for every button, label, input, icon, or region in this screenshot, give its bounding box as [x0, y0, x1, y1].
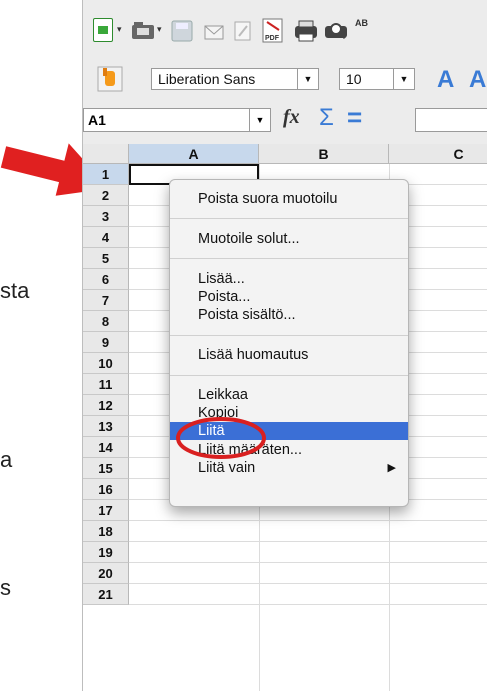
gridline	[129, 604, 487, 605]
name-box-input[interactable]: A1 ▼	[83, 108, 271, 132]
font-color-a-icon[interactable]: A	[435, 66, 461, 90]
print-icon[interactable]	[293, 20, 319, 42]
menu-separator	[170, 218, 408, 219]
font-shrink-a-icon[interactable]: A	[467, 66, 487, 90]
row-header-15[interactable]: 15	[83, 458, 129, 479]
chevron-down-icon[interactable]: ▼	[297, 69, 318, 89]
formula-input[interactable]	[415, 108, 487, 132]
gridline	[129, 583, 487, 584]
svg-text:PDF: PDF	[265, 35, 280, 42]
font-name-input[interactable]: Liberation Sans ▼	[151, 68, 319, 90]
row-header-9[interactable]: 9	[83, 332, 129, 353]
open-folder-icon[interactable]	[131, 20, 155, 40]
standard-toolbar: ▾ ▾ PDF AB	[83, 0, 487, 59]
row-header-4[interactable]: 4	[83, 227, 129, 248]
row-header-12[interactable]: 12	[83, 395, 129, 416]
row-header-14[interactable]: 14	[83, 437, 129, 458]
menu-item-paste-only-label: Liitä vain	[198, 460, 256, 476]
sum-icon[interactable]: Σ	[319, 104, 334, 132]
export-pdf-icon[interactable]: PDF	[261, 18, 285, 44]
row-header-20[interactable]: 20	[83, 563, 129, 584]
column-header-a[interactable]: A	[129, 144, 259, 164]
menu-item-clear-direct-formatting[interactable]: Poista suora muotoilu	[170, 190, 408, 208]
column-header-c[interactable]: C	[389, 144, 487, 164]
chevron-down-icon[interactable]: ▾	[117, 24, 122, 35]
row-header-10[interactable]: 10	[83, 353, 129, 374]
font-name-value: Liberation Sans	[158, 71, 256, 87]
menu-item-delete-contents[interactable]: Poista sisältö...	[170, 306, 408, 324]
new-document-icon[interactable]	[93, 18, 113, 42]
menu-separator	[170, 258, 408, 259]
menu-separator	[170, 375, 408, 376]
menu-item-delete[interactable]: Poista...	[170, 288, 408, 306]
row-header-1[interactable]: 1	[83, 164, 129, 185]
spellcheck-icon[interactable]: AB	[355, 18, 368, 28]
row-header-19[interactable]: 19	[83, 542, 129, 563]
chevron-down-icon[interactable]: ▼	[249, 109, 270, 131]
row-header-18[interactable]: 18	[83, 521, 129, 542]
menu-item-insert[interactable]: Lisää...	[170, 270, 408, 288]
chevron-down-icon[interactable]: ▾	[157, 24, 162, 35]
row-header-5[interactable]: 5	[83, 248, 129, 269]
row-header-7[interactable]: 7	[83, 290, 129, 311]
column-header-b[interactable]: B	[259, 144, 389, 164]
cell-reference: A1	[88, 112, 106, 128]
row-header-8[interactable]: 8	[83, 311, 129, 332]
font-size-input[interactable]: 10 ▼	[339, 68, 415, 90]
row-header-11[interactable]: 11	[83, 374, 129, 395]
slide-text-fragment-3: s	[0, 575, 11, 600]
row-header-13[interactable]: 13	[83, 416, 129, 437]
menu-item-cut[interactable]: Leikkaa	[170, 386, 408, 404]
row-header-2[interactable]: 2	[83, 185, 129, 206]
edit-file-icon[interactable]	[233, 20, 253, 42]
svg-text:A: A	[437, 66, 454, 90]
row-header-21[interactable]: 21	[83, 584, 129, 605]
formatting-toolbar: Liberation Sans ▼ 10 ▼ A A	[83, 58, 487, 101]
row-header-17[interactable]: 17	[83, 500, 129, 521]
menu-item-format-cells[interactable]: Muotoile solut...	[170, 230, 408, 248]
row-header-6[interactable]: 6	[83, 269, 129, 290]
function-equals-icon[interactable]: =	[347, 102, 362, 133]
styles-hand-icon[interactable]	[97, 66, 123, 92]
chevron-down-icon[interactable]: ▼	[393, 69, 414, 89]
font-size-value: 10	[346, 71, 362, 87]
spreadsheet-window: ▾ ▾ PDF AB Liberation Sans ▼ 10 ▼ A A A1…	[82, 0, 487, 691]
red-circle-annotation-icon	[176, 417, 266, 459]
save-icon[interactable]	[171, 20, 193, 42]
slide-text-fragment-2: a	[0, 447, 13, 472]
row-header-16[interactable]: 16	[83, 479, 129, 500]
menu-separator	[170, 335, 408, 336]
function-wizard-icon[interactable]: fx	[283, 106, 300, 129]
gridline	[129, 520, 487, 521]
corner-select-all[interactable]	[83, 144, 129, 164]
submenu-arrow-icon: ▶	[387, 462, 396, 474]
svg-text:A: A	[469, 66, 486, 90]
gridline	[129, 541, 487, 542]
print-preview-icon[interactable]	[323, 20, 349, 42]
row-header-3[interactable]: 3	[83, 206, 129, 227]
email-icon[interactable]	[203, 20, 225, 42]
menu-item-insert-comment[interactable]: Lisää huomautus	[170, 346, 408, 364]
slide-text-fragment-1: sta	[0, 278, 30, 303]
gridline	[129, 562, 487, 563]
